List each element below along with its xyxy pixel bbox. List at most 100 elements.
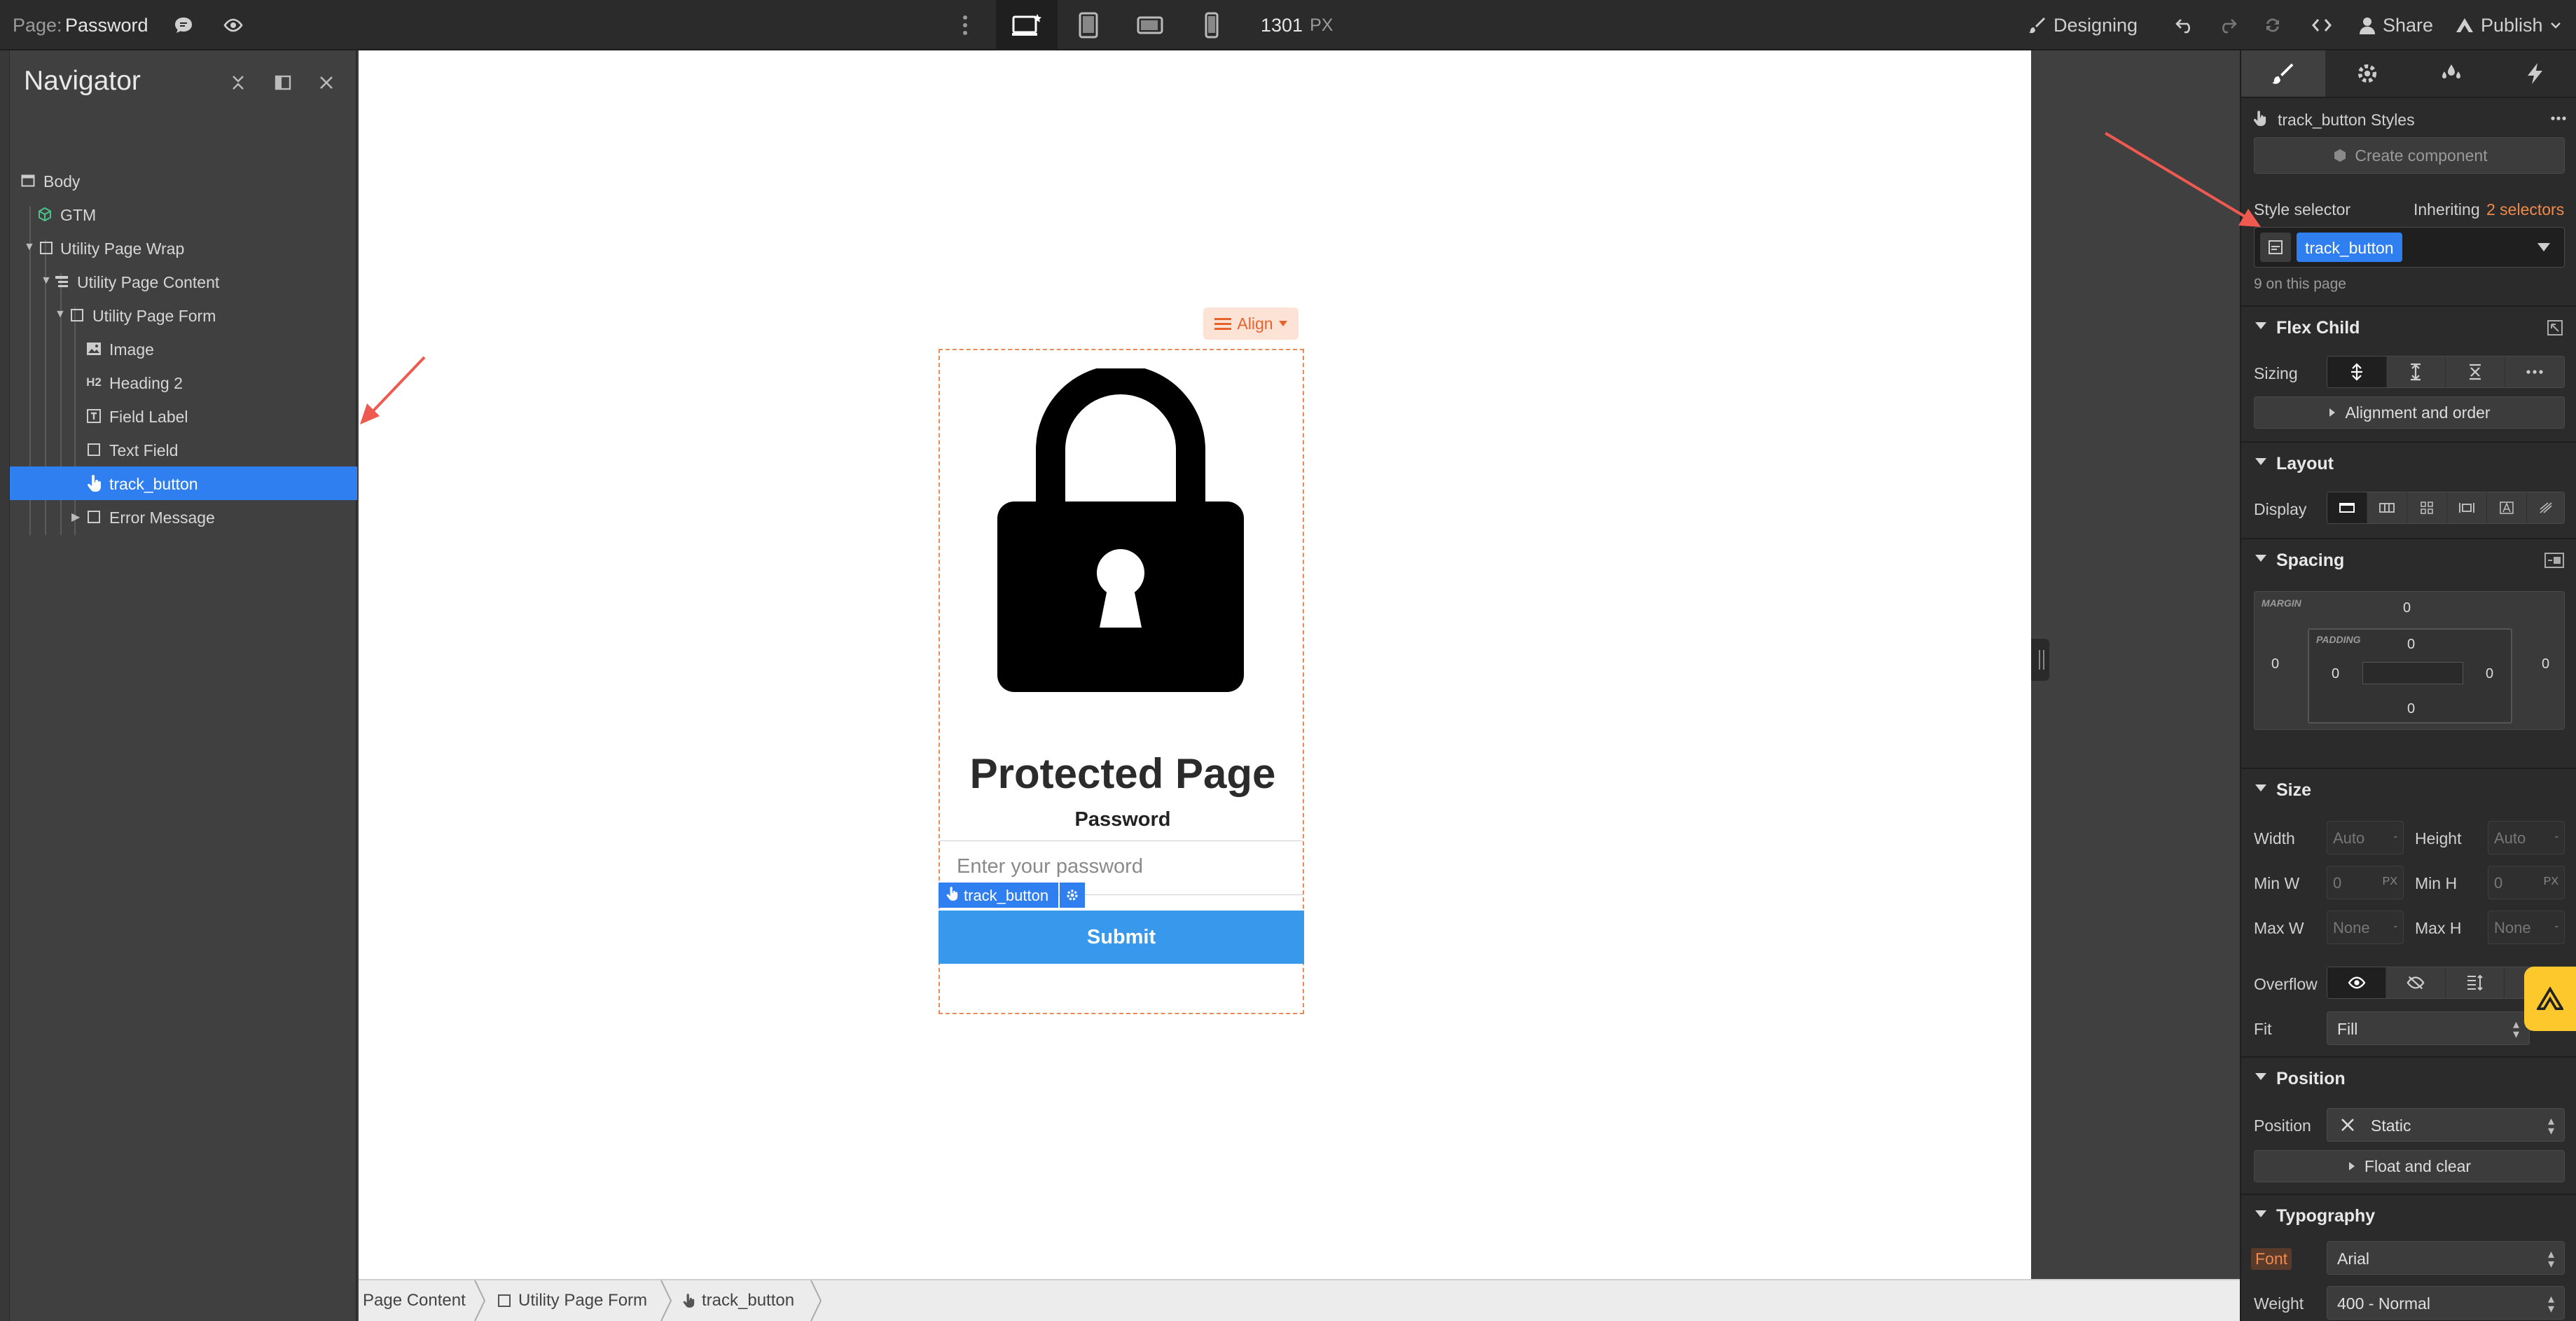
create-component-button[interactable]: Create component	[2254, 137, 2565, 174]
close-icon[interactable]	[314, 70, 339, 95]
share-button[interactable]: Share	[2359, 0, 2433, 50]
font-select[interactable]: Arial ▴ ▾	[2327, 1241, 2565, 1275]
redo-icon[interactable]	[2206, 0, 2248, 50]
display-inline-icon[interactable]	[2487, 492, 2527, 523]
section-spacing[interactable]: Spacing	[2241, 538, 2576, 580]
margin-right-value[interactable]: 0	[2542, 656, 2549, 672]
caret-down-icon[interactable]: ▼	[41, 275, 52, 287]
weight-select[interactable]: 400 - Normal ▴ ▾	[2327, 1286, 2565, 1320]
padding-top-value[interactable]: 0	[2407, 637, 2415, 653]
caret-right-icon[interactable]: ▶	[71, 510, 80, 524]
alignment-and-order-button[interactable]: Alignment and order	[2254, 396, 2565, 429]
tree-item-utility-page-wrap[interactable]: ▼ Utility Page Wrap	[10, 231, 357, 265]
breadcrumb-item-page-content[interactable]: Page Content	[363, 1280, 466, 1321]
utility-page-form[interactable]: Protected Page Password Enter your passw…	[939, 349, 1304, 1014]
sizing-none-icon[interactable]	[2446, 357, 2505, 387]
breadcrumb-item-utility-page-form[interactable]: Utility Page Form	[497, 1280, 647, 1321]
align-button[interactable]: Align	[1203, 307, 1299, 340]
tree-item-body[interactable]: Body	[10, 164, 357, 198]
display-block-icon[interactable]	[2327, 492, 2367, 523]
tree-item-error-message[interactable]: ▶ Error Message	[10, 500, 357, 534]
tablet-breakpoint-icon[interactable]	[1058, 0, 1119, 50]
section-flex-child[interactable]: Flex Child	[2241, 305, 2576, 347]
tab-style-manager-drops-icon[interactable]	[2409, 50, 2493, 97]
overflow-hidden-eye-off-icon[interactable]	[2386, 967, 2446, 998]
overflow-scroll-icon[interactable]	[2446, 967, 2505, 998]
element-settings-gear-icon[interactable]	[1060, 883, 1086, 908]
more-horizontal-icon[interactable]	[2551, 116, 2566, 120]
selector-options-icon[interactable]	[2260, 233, 2291, 262]
tab-settings-gear-icon[interactable]	[2325, 50, 2409, 97]
desktop-base-breakpoint-icon[interactable]	[996, 0, 1058, 50]
caret-down-icon[interactable]: ▼	[24, 241, 35, 254]
spacing-preset-icon[interactable]	[2544, 552, 2565, 569]
designer-mode-button[interactable]: Designing	[2028, 0, 2138, 50]
min-width-input[interactable]: 0 PX	[2327, 866, 2404, 899]
breadcrumb-item-track-button[interactable]: track_button	[682, 1280, 794, 1321]
caret-down-icon[interactable]: ▼	[55, 308, 66, 321]
mobile-portrait-breakpoint-icon[interactable]	[1181, 0, 1242, 50]
tree-item-utility-page-form[interactable]: ▼ Utility Page Form	[10, 298, 357, 332]
undo-icon[interactable]	[2164, 0, 2206, 50]
tab-style-brush-icon[interactable]	[2241, 50, 2325, 97]
help-assistant-button[interactable]	[2524, 967, 2576, 1031]
publish-button[interactable]: Publish	[2456, 0, 2561, 50]
selected-element-name[interactable]: track_button	[939, 883, 1059, 908]
submit-button[interactable]: Submit	[939, 911, 1304, 964]
padding-left-value[interactable]: 0	[2332, 666, 2339, 682]
page-selector[interactable]: Password	[65, 0, 148, 50]
tree-item-text-field[interactable]: Text Field	[10, 433, 357, 466]
collapse-caret-icon	[2255, 555, 2266, 562]
tree-item-gtm[interactable]: GTM	[10, 198, 357, 231]
padding-bottom-value[interactable]: 0	[2407, 701, 2415, 717]
tab-interactions-bolt-icon[interactable]	[2493, 50, 2576, 97]
tree-item-image[interactable]: Image	[10, 332, 357, 366]
section-position[interactable]: Position	[2241, 1056, 2576, 1098]
canvas-resize-handle[interactable]	[2031, 639, 2049, 681]
selected-element-tag[interactable]: track_button	[939, 883, 1086, 908]
section-title: Size	[2276, 780, 2312, 800]
tree-item-field-label[interactable]: Field Label	[10, 399, 357, 433]
display-flex-icon[interactable]	[2367, 492, 2407, 523]
tree-item-heading-2[interactable]: H2 Heading 2	[10, 366, 357, 399]
sizing-grow-icon[interactable]	[2387, 357, 2446, 387]
min-height-input[interactable]: 0 PX	[2488, 866, 2565, 899]
padding-right-value[interactable]: 0	[2486, 666, 2493, 682]
display-inline-block-icon[interactable]	[2447, 492, 2487, 523]
section-typography[interactable]: Typography	[2241, 1194, 2576, 1236]
preview-eye-icon[interactable]	[212, 0, 254, 50]
breadcrumb-separator-icon	[474, 1280, 486, 1321]
parent-flex-link-icon[interactable]	[2547, 319, 2563, 336]
selector-chip[interactable]: track_button	[2297, 233, 2402, 262]
fit-select[interactable]: Fill ▴ ▾	[2327, 1011, 2530, 1045]
display-none-icon[interactable]	[2527, 492, 2564, 523]
design-canvas[interactable]: Align Protected Page Password Enter your…	[359, 50, 2031, 1282]
section-layout[interactable]: Layout	[2241, 441, 2576, 483]
sync-icon[interactable]	[2252, 0, 2294, 50]
margin-top-value[interactable]: 0	[2403, 600, 2411, 616]
max-height-input[interactable]: None -	[2488, 911, 2565, 944]
width-input[interactable]: Auto -	[2327, 821, 2404, 855]
comments-icon[interactable]	[162, 0, 205, 50]
display-grid-icon[interactable]	[2407, 492, 2447, 523]
overflow-visible-eye-icon[interactable]	[2327, 967, 2387, 998]
float-and-clear-button[interactable]: Float and clear	[2254, 1150, 2565, 1182]
margin-left-value[interactable]: 0	[2271, 656, 2279, 672]
tree-item-track-button[interactable]: track_button	[10, 466, 357, 500]
more-vertical-icon[interactable]	[944, 0, 986, 50]
style-selector-field[interactable]: track_button	[2254, 227, 2565, 268]
sizing-more-icon[interactable]	[2505, 357, 2565, 387]
collapse-all-icon[interactable]	[226, 70, 251, 95]
height-input[interactable]: Auto -	[2488, 821, 2565, 855]
sizing-shrink-icon[interactable]	[2327, 357, 2387, 387]
mobile-landscape-breakpoint-icon[interactable]	[1119, 0, 1181, 50]
section-size[interactable]: Size	[2241, 768, 2576, 810]
code-icon[interactable]	[2301, 0, 2343, 50]
max-width-input[interactable]: None -	[2327, 911, 2404, 944]
tree-item-utility-page-content[interactable]: ▼ Utility Page Content	[10, 265, 357, 298]
position-select[interactable]: Static ▴ ▾	[2327, 1108, 2565, 1142]
dock-panel-icon[interactable]	[270, 70, 296, 95]
caret-down-icon[interactable]	[2537, 243, 2550, 251]
content-box	[2362, 662, 2463, 684]
inheriting-selectors-link[interactable]: 2 selectors	[2486, 200, 2564, 219]
